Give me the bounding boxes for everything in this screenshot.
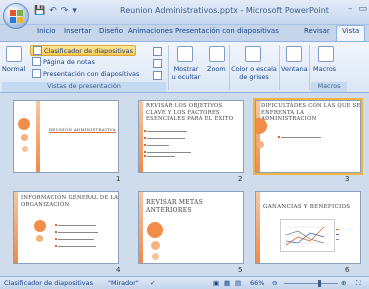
- fit-window-icon[interactable]: ⛶: [356, 279, 361, 288]
- slide-thumbnail[interactable]: Reunión administrativa: [13, 100, 119, 173]
- group-label-views: Vistas de presentación: [2, 82, 166, 92]
- tab-inicio[interactable]: Inicio: [37, 27, 56, 35]
- title-bar: 💾 ↶ ↷ ▾ Reunion Administrativos.pptx - M…: [0, 0, 369, 25]
- color-grayscale-button[interactable]: Color o escala de grises: [231, 65, 277, 81]
- ribbon-tabs: Inicio Insertar Diseño Animaciones Prese…: [0, 25, 369, 41]
- status-bar: Clasificador de diapositivas "Mirador" ✓…: [0, 276, 369, 289]
- status-theme-name: "Mirador": [108, 279, 139, 287]
- slideshow-icon: [32, 69, 41, 78]
- restore-button[interactable]: ▭: [358, 4, 367, 14]
- slide-title: Reunión administrativa: [49, 127, 116, 133]
- slide-number: 4: [116, 266, 121, 274]
- zoom-in-button[interactable]: ⊕: [341, 279, 346, 287]
- slide-thumbnail[interactable]: Revisar Metas Anteriores: [138, 191, 244, 264]
- zoom-out-button[interactable]: ⊖: [272, 279, 277, 287]
- spelling-icon: ✓: [150, 279, 156, 287]
- master-view-icon: [153, 47, 162, 56]
- slide-number: 1: [116, 175, 121, 183]
- notes-page-icon: [32, 57, 41, 66]
- master-view-button-3[interactable]: [153, 71, 162, 80]
- group-label-macros: Macros: [311, 82, 347, 92]
- ribbon-separator: [279, 45, 280, 90]
- window-title: Reunion Administrativos.pptx - Microsoft…: [120, 6, 329, 15]
- zoom-icon: [209, 46, 225, 62]
- office-logo-icon: [9, 9, 23, 23]
- tab-vista[interactable]: Vista: [336, 25, 366, 41]
- slide-number: 3: [345, 175, 350, 183]
- slide-title: Dificultades con las que se enfrenta la …: [261, 103, 361, 122]
- office-button[interactable]: [3, 3, 29, 29]
- master-view-icon: [153, 71, 162, 80]
- ribbon: Normal Clasificador de diapositivas Pági…: [0, 41, 369, 93]
- normal-view-icon: [6, 46, 22, 62]
- show-hide-icon: [177, 46, 193, 62]
- slide-title: Información General de la Organización: [21, 195, 119, 208]
- status-view-name: Clasificador de diapositivas: [4, 279, 93, 287]
- slide-thumbnail[interactable]: Ganancias y Beneficios: [255, 191, 361, 264]
- slide-thumbnail[interactable]: Información General de la Organización: [13, 191, 119, 264]
- slide-sorter-button[interactable]: Clasificador de diapositivas: [30, 45, 136, 56]
- slideshow-button[interactable]: Presentación con diapositivas: [32, 69, 139, 78]
- quick-access-toolbar: 💾 ↶ ↷ ▾: [34, 5, 77, 17]
- notes-page-button[interactable]: Página de notas: [32, 57, 95, 66]
- tab-revisar[interactable]: Revisar: [304, 27, 330, 35]
- window-icon: [286, 46, 302, 62]
- zoom-slider-thumb[interactable]: [318, 280, 321, 287]
- macros-button[interactable]: Macros: [313, 65, 336, 73]
- sorter-view-status-icon[interactable]: ▦: [224, 279, 230, 287]
- master-view-button-1[interactable]: [153, 47, 162, 56]
- undo-icon[interactable]: ↶: [49, 5, 57, 17]
- zoom-slider[interactable]: [284, 283, 338, 284]
- slide-number: 6: [345, 266, 350, 274]
- slide-title: Ganancias y Beneficios: [263, 204, 351, 210]
- tab-presentacion[interactable]: Presentación con diapositivas: [175, 27, 279, 35]
- ribbon-separator: [309, 45, 310, 90]
- macros-icon: [318, 46, 334, 62]
- show-hide-button[interactable]: Mostrar u ocultar: [171, 65, 201, 81]
- zoom-level[interactable]: 66%: [250, 279, 264, 287]
- minimize-button[interactable]: –: [348, 4, 353, 14]
- zoom-button[interactable]: Zoom: [207, 65, 226, 73]
- slide-sorter-pane[interactable]: Reunión administrativa 1 Revisar los obj…: [0, 93, 369, 276]
- slide-title: Revisar Metas Anteriores: [146, 199, 204, 214]
- save-icon[interactable]: 💾: [34, 5, 45, 17]
- master-view-button-2[interactable]: [153, 59, 162, 68]
- slide-sorter-icon: [33, 46, 42, 55]
- slideshow-status-icon[interactable]: ▤: [235, 279, 241, 287]
- slide-thumbnail[interactable]: Dificultades con las que se enfrenta la …: [253, 98, 363, 175]
- slide-title: Revisar los objetivos clave y los factor…: [146, 103, 234, 122]
- window-button[interactable]: Ventana: [281, 65, 308, 73]
- slide-thumbnail[interactable]: Revisar los objetivos clave y los factor…: [138, 100, 244, 173]
- normal-view-status-icon[interactable]: ▣: [213, 279, 219, 287]
- slide-chart-thumbnail: [280, 219, 339, 252]
- tab-diseno[interactable]: Diseño: [99, 27, 123, 35]
- slide-number: 5: [238, 266, 243, 274]
- customize-qat-icon[interactable]: ▾: [72, 5, 77, 17]
- normal-view-button[interactable]: Normal: [2, 65, 26, 73]
- tab-animaciones[interactable]: Animaciones: [128, 27, 173, 35]
- tab-insertar[interactable]: Insertar: [64, 27, 91, 35]
- ribbon-separator: [229, 45, 230, 90]
- ribbon-separator: [168, 45, 169, 90]
- slide-number: 2: [238, 175, 243, 183]
- color-grayscale-icon: [245, 46, 261, 62]
- master-view-icon: [153, 59, 162, 68]
- redo-icon[interactable]: ↷: [61, 5, 69, 17]
